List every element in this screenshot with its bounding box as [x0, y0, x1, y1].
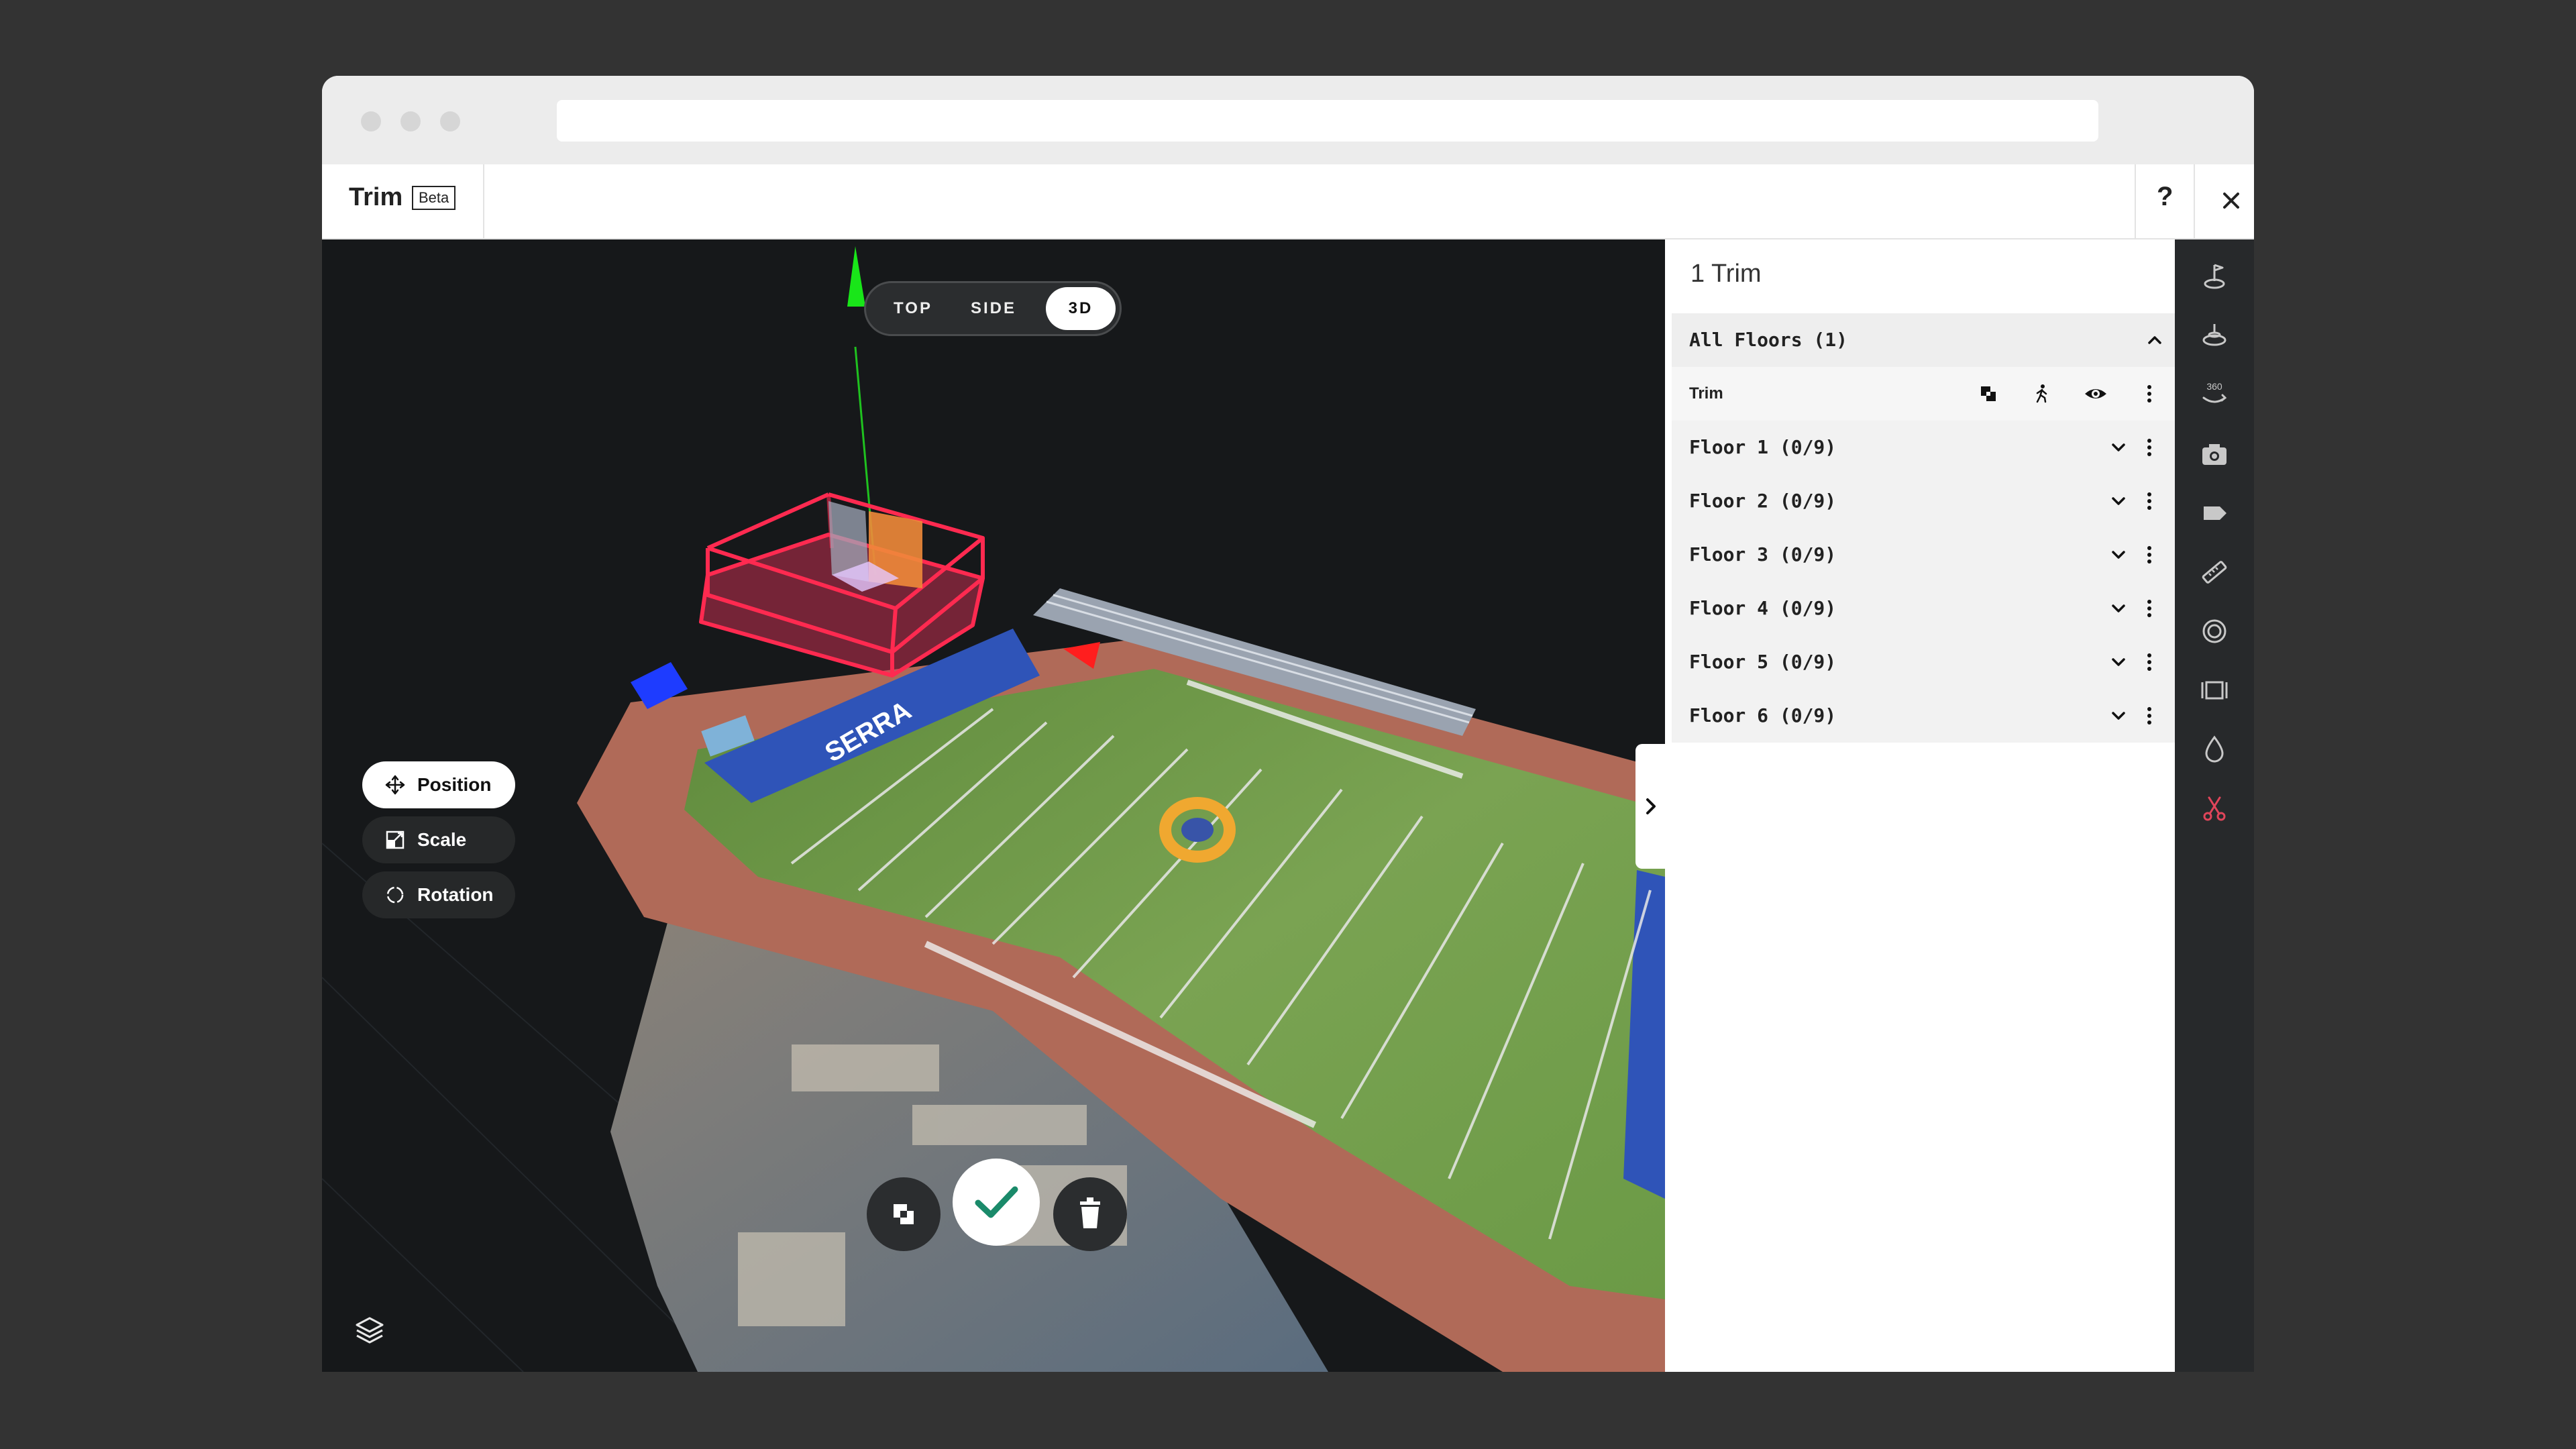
window-maximize-dot[interactable] [440, 111, 460, 131]
360-view-icon[interactable]: 360 [2198, 379, 2231, 411]
trim-list-item[interactable]: Trim [1672, 367, 2176, 421]
position-tool-button[interactable]: Position [362, 761, 515, 808]
trim-panel: 1 Trim All Floors (1) Trim Floor 1 (0/9)… [1635, 239, 2176, 1372]
floor-list-item[interactable]: Floor 3 (0/9) [1672, 528, 2176, 582]
drop-icon[interactable] [2198, 733, 2231, 765]
floor-list-item[interactable]: Floor 2 (0/9) [1672, 474, 2176, 528]
floor-label: Floor 2 (0/9) [1689, 490, 1837, 512]
close-icon[interactable] [2211, 180, 2251, 221]
trim-overlap-icon [894, 1204, 914, 1224]
confirm-trim-button[interactable] [953, 1159, 1040, 1246]
floor-list-item[interactable]: Floor 5 (0/9) [1672, 635, 2176, 689]
scale-tool-label: Scale [417, 829, 467, 850]
window-close-dot[interactable] [361, 111, 381, 131]
page-title: Trim [349, 183, 403, 211]
target-icon[interactable] [2198, 615, 2231, 647]
app-header: Trim Beta ? [322, 164, 2254, 239]
chevron-down-icon[interactable] [2105, 595, 2132, 622]
scale-icon [386, 830, 405, 849]
toggle-visibility-button[interactable] [867, 1177, 941, 1251]
chevron-down-icon[interactable] [2105, 541, 2132, 568]
tool-sidebar: 360 [2175, 239, 2254, 1372]
header-divider [2194, 164, 2195, 238]
help-button[interactable]: ? [2157, 182, 2173, 212]
more-options-icon[interactable] [2136, 649, 2163, 676]
chevron-down-icon[interactable] [2105, 488, 2132, 515]
window-minimize-dot[interactable] [400, 111, 421, 131]
browser-window: Trim Beta ? SERRA TOP SIDE 3D Position S… [322, 76, 2254, 1372]
position-tool-label: Position [417, 774, 492, 795]
chevron-down-icon[interactable] [2105, 434, 2132, 461]
header-divider [483, 164, 484, 238]
browser-chrome [322, 76, 2254, 164]
ruler-icon[interactable] [2198, 556, 2231, 588]
view-mode-top-button[interactable]: TOP [881, 287, 945, 330]
scissors-icon[interactable] [2198, 792, 2231, 824]
all-floors-group-header[interactable]: All Floors (1) [1672, 313, 2176, 367]
panel-title: 1 Trim [1690, 260, 1762, 288]
more-options-icon[interactable] [2136, 434, 2163, 461]
rotate-icon [386, 886, 404, 904]
floor-list-item[interactable]: Floor 6 (0/9) [1672, 689, 2176, 743]
scale-tool-button[interactable]: Scale [362, 816, 515, 863]
chevron-right-icon [1646, 798, 1656, 814]
view-mode-switch: TOP SIDE 3D [864, 281, 1122, 336]
view-mode-side-button[interactable]: SIDE [956, 287, 1031, 330]
more-options-icon[interactable] [2136, 702, 2163, 729]
more-options-icon[interactable] [2136, 488, 2163, 515]
rotation-tool-label: Rotation [417, 884, 494, 905]
360-label: 360 [2206, 381, 2222, 392]
header-divider [2135, 164, 2136, 238]
floor-list-item[interactable]: Floor 4 (0/9) [1672, 582, 2176, 635]
floors-list: All Floors (1) Trim Floor 1 (0/9) Floor … [1672, 313, 2176, 743]
floor-tag-icon[interactable] [2198, 261, 2231, 293]
trim-item-label: Trim [1689, 384, 1723, 402]
tag-icon[interactable] [2198, 497, 2231, 529]
address-bar[interactable] [557, 100, 2098, 142]
3d-viewport[interactable]: SERRA TOP SIDE 3D Position Scale Rotatio… [322, 239, 1665, 1372]
chevron-down-icon[interactable] [2105, 649, 2132, 676]
chevron-up-icon[interactable] [2141, 327, 2168, 354]
walk-icon[interactable] [2029, 380, 2055, 407]
floor-label: Floor 3 (0/9) [1689, 543, 1837, 566]
more-options-icon[interactable] [2136, 595, 2163, 622]
floor-label: Floor 5 (0/9) [1689, 651, 1837, 673]
trim-overlap-icon[interactable] [1975, 380, 2002, 407]
floor-label: Floor 1 (0/9) [1689, 436, 1837, 458]
more-options-icon[interactable] [2136, 541, 2163, 568]
beta-badge: Beta [412, 186, 456, 210]
move-icon [385, 775, 405, 795]
more-options-icon[interactable] [2136, 380, 2163, 407]
chevron-down-icon[interactable] [2105, 702, 2132, 729]
checkmark-icon [975, 1186, 1018, 1218]
floor-plan-icon[interactable] [2198, 320, 2231, 352]
floor-label: Floor 6 (0/9) [1689, 704, 1837, 727]
delete-trim-button[interactable] [1053, 1177, 1127, 1251]
eye-icon[interactable] [2082, 380, 2109, 407]
layers-icon[interactable] [352, 1313, 388, 1349]
collapse-panel-button[interactable] [1635, 744, 1666, 869]
film-icon[interactable] [2198, 674, 2231, 706]
group-label: All Floors (1) [1689, 329, 1848, 351]
view-mode-3d-button[interactable]: 3D [1046, 287, 1116, 330]
floor-list-item[interactable]: Floor 1 (0/9) [1672, 421, 2176, 474]
rotation-tool-button[interactable]: Rotation [362, 871, 515, 918]
floor-label: Floor 4 (0/9) [1689, 597, 1837, 619]
camera-icon[interactable] [2198, 438, 2231, 470]
trash-icon [1080, 1197, 1100, 1228]
